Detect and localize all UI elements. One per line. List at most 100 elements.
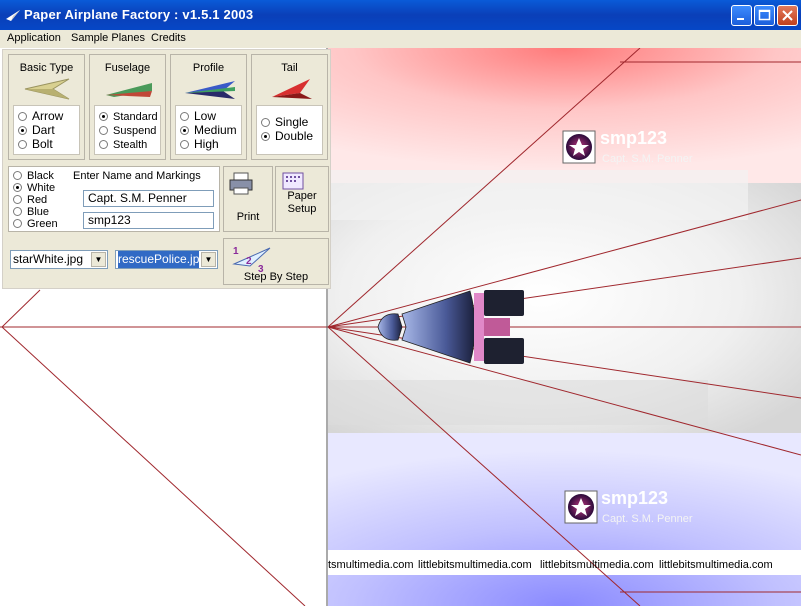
- radio-standard[interactable]: [99, 112, 108, 121]
- footer-url-3: littlebitsmultimedia.com: [540, 559, 654, 571]
- tail-single-label: Single: [275, 115, 309, 129]
- watermark-code-bottom: smp123: [601, 488, 669, 508]
- menu-credits[interactable]: Credits: [151, 30, 186, 48]
- svg-text:2: 2: [246, 256, 252, 267]
- chevron-down-icon[interactable]: ▼: [201, 252, 216, 267]
- step-by-step-label: Step By Step: [243, 271, 309, 283]
- step-by-step-button[interactable]: 1 2 3 Step By Step: [223, 238, 329, 285]
- fuselage-stealth-label: Stealth: [113, 139, 148, 151]
- radio-double[interactable]: [261, 132, 270, 141]
- texture-select[interactable]: starWhite.jpg ▼: [10, 250, 108, 269]
- chevron-down-icon[interactable]: ▼: [91, 252, 106, 267]
- decal-select-value: rescuePolice.jpg: [118, 251, 199, 268]
- menu-sample-planes[interactable]: Sample Planes: [71, 30, 145, 48]
- minimize-icon: [737, 18, 744, 20]
- color-green-label: Green: [27, 218, 58, 230]
- basic-type-arrow-label: Arrow: [32, 109, 64, 123]
- radio-white[interactable]: [13, 183, 22, 192]
- tail-preview-icon: [272, 79, 312, 99]
- markings-group: Black White Red Blue Green Enter Name an…: [8, 166, 220, 232]
- printer-icon: [229, 172, 253, 195]
- radio-green[interactable]: [13, 219, 22, 228]
- profile-title: Profile: [192, 62, 225, 74]
- minimize-button[interactable]: [731, 5, 752, 26]
- plane-code-input[interactable]: smp123: [83, 212, 214, 229]
- tail-group: Tail Single Double: [251, 54, 328, 160]
- watermark-name-bottom: Capt. S.M. Penner: [602, 513, 693, 525]
- menu-application[interactable]: Application: [7, 30, 61, 48]
- basic-type-arrow[interactable]: Arrow: [18, 109, 63, 123]
- profile-group: Profile Low Medium High: [170, 54, 247, 160]
- fuselage-suspend-label: Suspend: [113, 125, 157, 137]
- profile-low[interactable]: Low: [180, 109, 216, 123]
- fuselage-standard-label: Standard: [113, 111, 158, 123]
- step-numbers-icon: 1 2 3: [232, 246, 271, 272]
- basic-type-dart[interactable]: Dart: [18, 123, 55, 137]
- profile-preview-icon: [185, 81, 235, 99]
- watermark-name-top: Capt. S.M. Penner: [602, 153, 693, 165]
- profile-options: Low Medium High: [175, 105, 242, 155]
- profile-medium[interactable]: Medium: [180, 123, 237, 137]
- radio-low[interactable]: [180, 112, 189, 121]
- fuselage-stealth[interactable]: Stealth: [99, 137, 147, 151]
- fuselage-options: Standard Suspend Stealth: [94, 105, 161, 155]
- profile-low-label: Low: [194, 109, 217, 123]
- basic-type-options: Arrow Dart Bolt: [13, 105, 80, 155]
- print-button[interactable]: Print: [223, 166, 273, 232]
- basic-type-bolt-label: Bolt: [32, 137, 53, 151]
- basic-type-bolt[interactable]: Bolt: [18, 137, 53, 151]
- texture-select-value: starWhite.jpg: [13, 252, 84, 266]
- footer-url-4: littlebitsmultimedia.com: [659, 559, 773, 571]
- radio-stealth[interactable]: [99, 140, 108, 149]
- star-badge-bottom: [564, 490, 598, 524]
- radio-arrow[interactable]: [18, 112, 27, 121]
- fuselage-group: Fuselage Standard Suspend Stealth: [89, 54, 166, 160]
- fuselage-preview-icon: [106, 83, 152, 97]
- radio-blue[interactable]: [13, 207, 22, 216]
- paper-airplane-icon: [6, 10, 20, 21]
- window-title: Paper Airplane Factory : v1.5.1 2003: [24, 7, 254, 22]
- footer-url-1: tsmultimedia.com: [328, 559, 414, 571]
- basic-type-group: Basic Type Arrow Dart Bolt: [8, 54, 85, 160]
- print-label: Print: [236, 211, 260, 223]
- decal-select[interactable]: rescuePolice.jpg ▼: [115, 250, 218, 269]
- profile-medium-label: Medium: [194, 123, 237, 137]
- radio-suspend[interactable]: [99, 126, 108, 135]
- svg-text:1: 1: [233, 246, 239, 257]
- radio-medium[interactable]: [180, 126, 189, 135]
- basic-type-dart-label: Dart: [32, 123, 55, 137]
- title-bar: Paper Airplane Factory : v1.5.1 2003: [0, 0, 801, 30]
- radio-red[interactable]: [13, 195, 22, 204]
- fuselage-title: Fuselage: [104, 62, 151, 74]
- tail-title: Tail: [281, 62, 298, 74]
- profile-high[interactable]: High: [180, 137, 219, 151]
- menu-bar: Application Sample Planes Credits: [0, 30, 801, 48]
- close-icon: [782, 10, 793, 21]
- maximize-icon: [758, 9, 771, 21]
- close-button[interactable]: [777, 5, 798, 26]
- paper-setup-label-1: Paper: [287, 190, 317, 202]
- tail-double[interactable]: Double: [261, 129, 313, 143]
- basic-type-title: Basic Type: [19, 62, 74, 74]
- paper-setup-button[interactable]: Paper Setup: [275, 166, 329, 232]
- color-green[interactable]: Green: [13, 217, 58, 231]
- radio-black[interactable]: [13, 171, 22, 180]
- markings-label: Enter Name and Markings: [73, 170, 201, 182]
- radio-single[interactable]: [261, 118, 270, 127]
- maximize-button[interactable]: [754, 5, 775, 26]
- pilot-name-input[interactable]: Capt. S.M. Penner: [83, 190, 214, 207]
- paper-setup-label-2: Setup: [287, 203, 317, 215]
- radio-dart[interactable]: [18, 126, 27, 135]
- control-panel: Basic Type Arrow Dart Bolt Fuselage Stan…: [2, 49, 331, 289]
- radio-high[interactable]: [180, 140, 189, 149]
- footer-url-2: littlebitsmultimedia.com: [418, 559, 532, 571]
- fuselage-standard[interactable]: Standard: [99, 109, 158, 123]
- basic-type-preview-icon: [24, 78, 70, 100]
- profile-high-label: High: [194, 137, 219, 151]
- star-badge-top: [562, 130, 596, 164]
- watermark-code-top: smp123: [600, 128, 668, 148]
- tail-double-label: Double: [275, 129, 314, 143]
- fuselage-suspend[interactable]: Suspend: [99, 123, 156, 137]
- tail-single[interactable]: Single: [261, 115, 308, 129]
- radio-bolt[interactable]: [18, 140, 27, 149]
